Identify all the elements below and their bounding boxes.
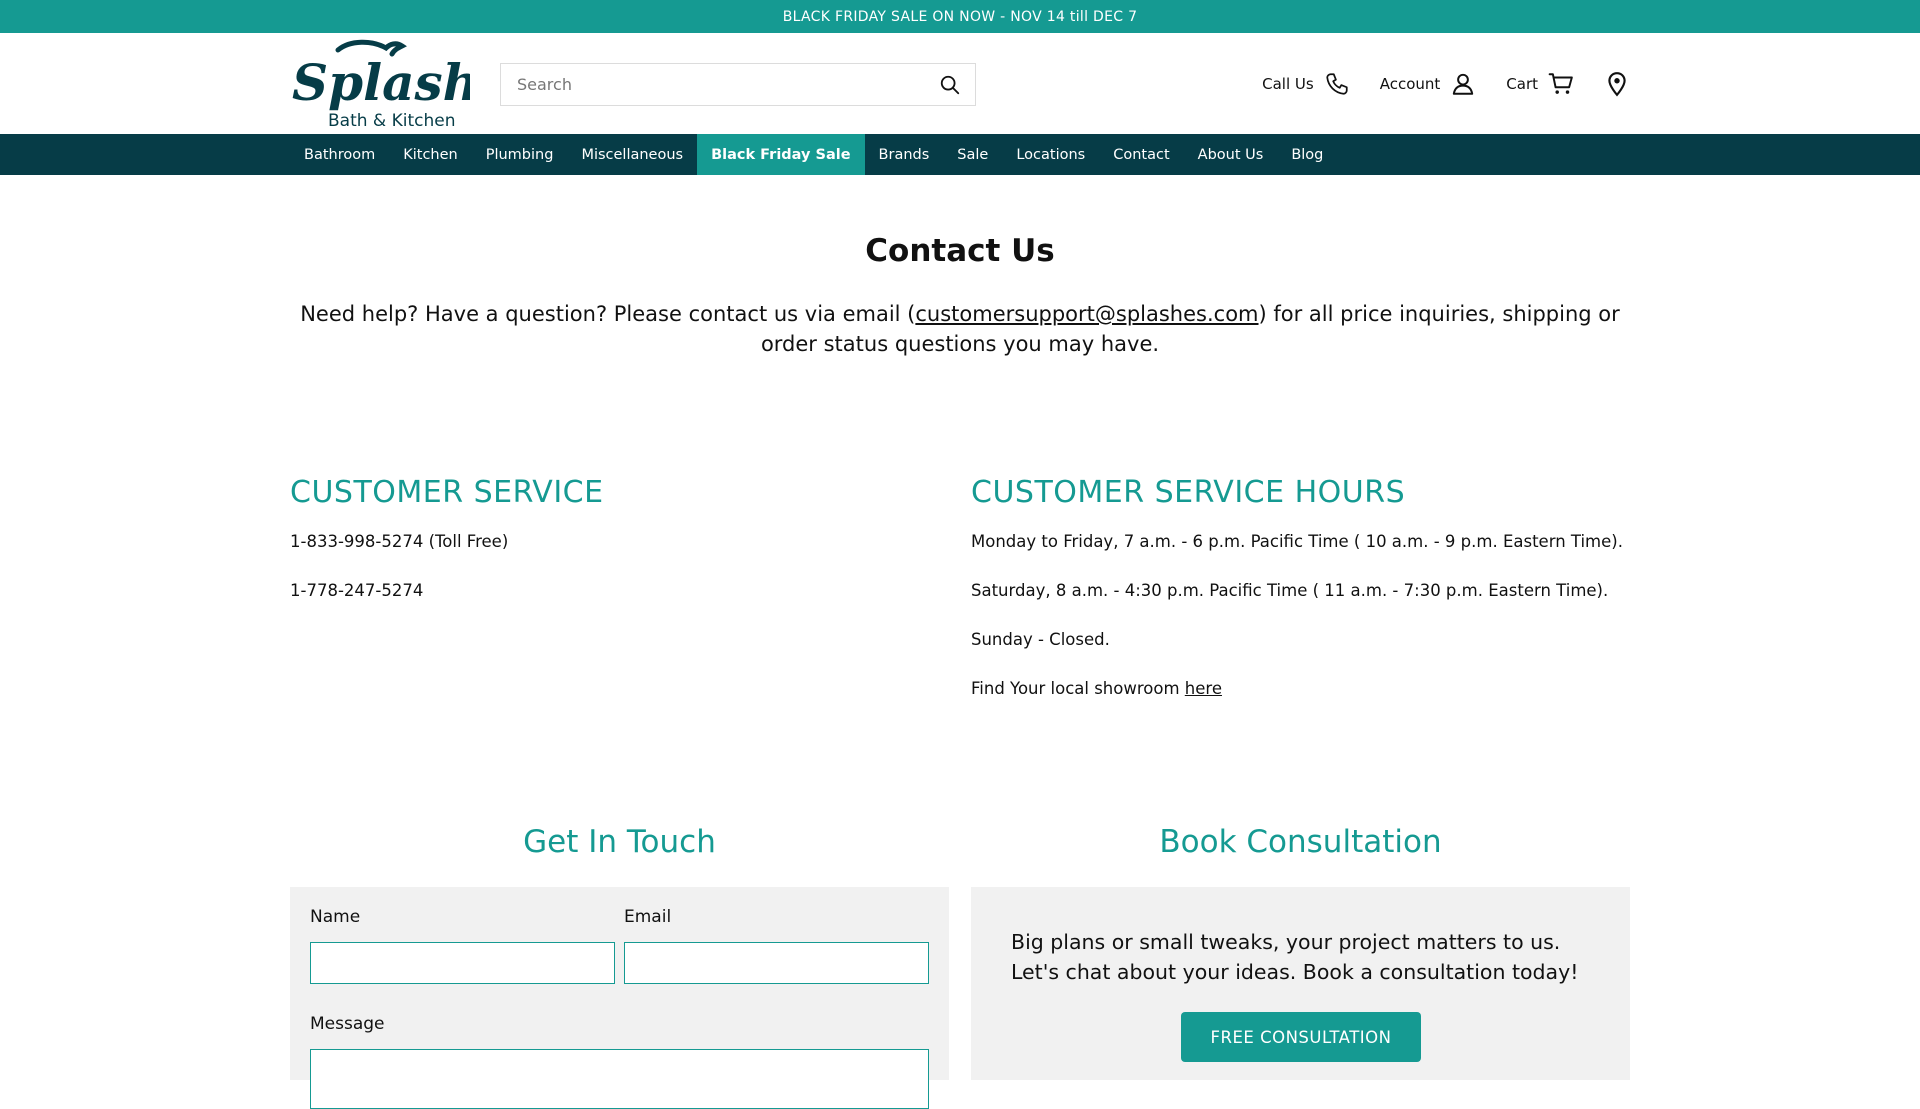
get-in-touch-heading: Get In Touch bbox=[523, 824, 716, 860]
message-label: Message bbox=[310, 1014, 385, 1034]
consultation-box: Big plans or small tweaks, your project … bbox=[971, 887, 1630, 1080]
logo-tagline: Bath & Kitchen bbox=[328, 111, 455, 130]
nav-item-plumbing[interactable]: Plumbing bbox=[472, 134, 568, 175]
logo-wordmark: Splashes bbox=[292, 53, 470, 112]
nav-item-brands[interactable]: Brands bbox=[865, 134, 944, 175]
email-label: Email bbox=[624, 907, 672, 927]
showroom-link[interactable]: here bbox=[1185, 679, 1222, 698]
announcement-text: BLACK FRIDAY SALE ON NOW - NOV 14 till D… bbox=[782, 8, 1138, 25]
hours-saturday: Saturday, 8 a.m. - 4:30 p.m. Pacific Tim… bbox=[971, 581, 1609, 600]
call-us-label: Call Us bbox=[1262, 75, 1314, 93]
free-consultation-button[interactable]: FREE CONSULTATION bbox=[1181, 1012, 1421, 1062]
phone-icon bbox=[1326, 73, 1348, 95]
nav-item-contact[interactable]: Contact bbox=[1099, 134, 1183, 175]
store-locator-link[interactable] bbox=[1604, 71, 1630, 97]
brand-logo[interactable]: Splashes Bath & Kitchen bbox=[290, 38, 539, 131]
toll-free-phone: 1-833-998-5274 (Toll Free) bbox=[290, 532, 509, 551]
site-header: Splashes Bath & Kitchen Call Us Account … bbox=[0, 33, 1920, 134]
search-icon[interactable] bbox=[939, 74, 961, 96]
nav-item-about-us[interactable]: About Us bbox=[1184, 134, 1278, 175]
cart-link[interactable]: Cart bbox=[1506, 71, 1574, 97]
nav-item-blog[interactable]: Blog bbox=[1277, 134, 1337, 175]
announcement-bar: BLACK FRIDAY SALE ON NOW - NOV 14 till D… bbox=[0, 0, 1920, 33]
nav-item-kitchen[interactable]: Kitchen bbox=[389, 134, 472, 175]
account-label: Account bbox=[1379, 75, 1441, 93]
location-pin-icon bbox=[1608, 72, 1626, 97]
book-consultation-heading: Book Consultation bbox=[1159, 824, 1442, 860]
message-field[interactable] bbox=[310, 1049, 929, 1109]
intro-text: Need help? Have a question? Please conta… bbox=[290, 299, 1630, 359]
splashes-logo-icon: Splashes Bath & Kitchen bbox=[292, 39, 539, 131]
customer-service-section: CUSTOMER SERVICE 1-833-998-5274 (Toll Fr… bbox=[290, 475, 604, 628]
search-bar bbox=[500, 63, 976, 106]
search-input[interactable] bbox=[517, 64, 939, 105]
consultation-text: Big plans or small tweaks, your project … bbox=[1011, 930, 1579, 984]
showroom-finder: Find Your local showroom here bbox=[971, 677, 1651, 701]
call-us-link[interactable]: Call Us bbox=[1262, 71, 1350, 97]
nav-item-locations[interactable]: Locations bbox=[1002, 134, 1099, 175]
account-link[interactable]: Account bbox=[1380, 71, 1477, 97]
page-title: Contact Us bbox=[865, 233, 1055, 269]
local-phone: 1-778-247-5274 bbox=[290, 581, 424, 600]
customer-service-hours-section: CUSTOMER SERVICE HOURS Monday to Friday,… bbox=[971, 475, 1651, 726]
nav-item-miscellaneous[interactable]: Miscellaneous bbox=[567, 134, 697, 175]
user-icon bbox=[1453, 73, 1474, 95]
cart-label: Cart bbox=[1506, 75, 1538, 93]
hours-heading: CUSTOMER SERVICE HOURS bbox=[971, 475, 1406, 510]
hours-weekday: Monday to Friday, 7 a.m. - 6 p.m. Pacifi… bbox=[971, 532, 1623, 551]
contact-form: Name Email Message bbox=[290, 887, 949, 1109]
header-actions: Call Us Account Cart bbox=[1262, 66, 1630, 102]
customer-service-heading: CUSTOMER SERVICE bbox=[290, 475, 604, 510]
nav-item-sale[interactable]: Sale bbox=[943, 134, 1002, 175]
email-field[interactable] bbox=[624, 942, 929, 984]
main-nav: Bathroom Kitchen Plumbing Miscellaneous … bbox=[0, 134, 1920, 175]
support-email-link[interactable]: customersupport@splashes.com bbox=[915, 302, 1258, 326]
name-label: Name bbox=[310, 907, 361, 927]
name-field[interactable] bbox=[310, 942, 615, 984]
nav-item-black-friday-sale[interactable]: Black Friday Sale bbox=[697, 134, 865, 175]
nav-item-bathroom[interactable]: Bathroom bbox=[290, 134, 389, 175]
intro-before: Need help? Have a question? Please conta… bbox=[300, 302, 916, 326]
hours-sunday: Sunday - Closed. bbox=[971, 630, 1110, 649]
showroom-text: Find Your local showroom bbox=[971, 679, 1185, 698]
cart-icon bbox=[1548, 73, 1573, 94]
